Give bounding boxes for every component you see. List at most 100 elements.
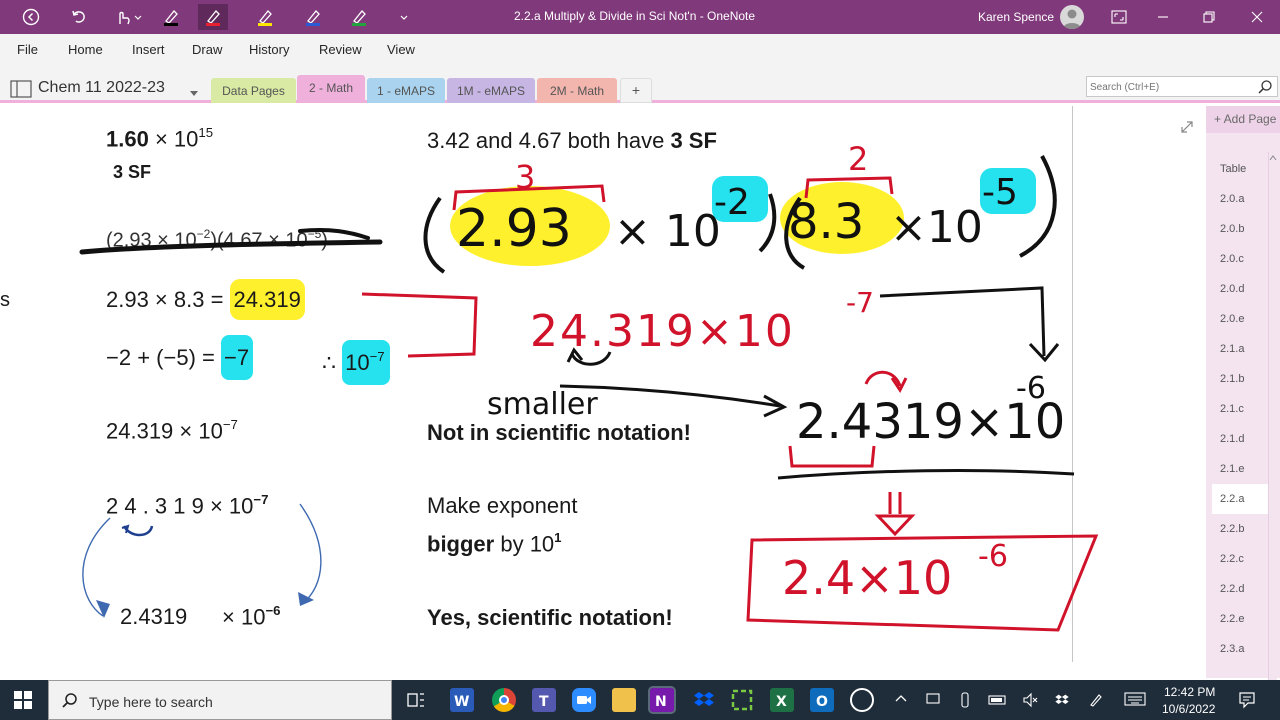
battery-icon[interactable] xyxy=(988,693,1008,711)
pen-red-icon[interactable] xyxy=(198,4,228,30)
search-input[interactable] xyxy=(1087,78,1247,97)
excel-icon[interactable]: X xyxy=(770,688,794,712)
task-view-icon[interactable] xyxy=(404,688,428,712)
menu-bar: File Home Insert Draw History Review Vie… xyxy=(0,34,1280,66)
keyboard-icon[interactable] xyxy=(1124,692,1146,711)
tab-2m-math[interactable]: 2M - Math xyxy=(537,78,617,103)
page-item-2-0-b[interactable]: 2.0.b xyxy=(1212,214,1276,244)
tab-data-pages[interactable]: Data Pages xyxy=(211,78,296,103)
pen-black-icon[interactable] xyxy=(156,4,186,30)
obs-icon[interactable] xyxy=(850,688,874,712)
menu-draw[interactable]: Draw xyxy=(192,42,222,57)
double-arrow xyxy=(888,492,902,514)
search-box[interactable] xyxy=(1086,76,1278,97)
page-item-2-3-a[interactable]: 2.3.a xyxy=(1212,634,1276,664)
menu-file[interactable]: File xyxy=(17,42,38,57)
page-item-2-0-c[interactable]: 2.0.c xyxy=(1212,244,1276,274)
pen-green-icon[interactable] xyxy=(344,4,374,30)
notebook-icon[interactable] xyxy=(10,80,32,103)
hw-smaller: smaller xyxy=(487,387,598,422)
page-item-2-2-a[interactable]: 2.2.a xyxy=(1212,484,1276,514)
hw-24319: 24.319×10 xyxy=(530,306,795,357)
chevron-up-icon[interactable] xyxy=(894,692,908,711)
pen-blue-icon[interactable] xyxy=(298,4,328,30)
customize-toolbar-icon[interactable] xyxy=(392,4,416,30)
page-item-2-0-a[interactable]: 2.0.a xyxy=(1212,184,1276,214)
page-item-2-2-d[interactable]: 2.2.d xyxy=(1212,574,1276,604)
tab-1m-emaps[interactable]: 1M - eMAPS xyxy=(447,78,535,103)
chevron-down-icon[interactable] xyxy=(189,85,199,103)
clock-date[interactable]: 10/6/2022 xyxy=(1162,702,1215,716)
tab-2-math[interactable]: 2 - Math xyxy=(297,75,365,103)
strike-line xyxy=(79,239,383,255)
title-bar: 2.2.a Multiply & Divide in Sci Not'n - O… xyxy=(0,0,1280,34)
hw-83: 8.3 xyxy=(788,194,864,250)
restore-icon[interactable] xyxy=(1186,0,1232,34)
red-connector xyxy=(361,292,478,358)
search-icon[interactable] xyxy=(1257,79,1273,100)
hw-neg5: -5 xyxy=(982,172,1018,213)
pen-ink-icon[interactable] xyxy=(1088,692,1104,713)
strike-line-2 xyxy=(298,227,370,240)
zoom-icon[interactable] xyxy=(572,688,596,712)
add-page-button[interactable]: + Add Page xyxy=(1206,106,1280,133)
hw-293: 2.93 xyxy=(456,199,572,259)
svg-text:W: W xyxy=(454,694,469,710)
notebook-name[interactable]: Chem 11 2022-23 xyxy=(38,79,165,97)
scroll-up-icon[interactable] xyxy=(1269,154,1277,162)
back-icon[interactable] xyxy=(16,4,46,30)
outlook-icon[interactable]: O xyxy=(810,688,834,712)
down-arrow xyxy=(879,286,1046,357)
page-item-2-2-b[interactable]: 2.2.b xyxy=(1212,514,1276,544)
page-item-2-1-d[interactable]: 2.1.d xyxy=(1212,424,1276,454)
menu-insert[interactable]: Insert xyxy=(132,42,165,57)
close-icon[interactable] xyxy=(1234,0,1280,34)
camtasia-icon[interactable] xyxy=(730,688,754,712)
menu-history[interactable]: History xyxy=(249,42,289,57)
menu-view[interactable]: View xyxy=(387,42,415,57)
touch-select-icon[interactable] xyxy=(110,4,146,30)
undo-icon[interactable] xyxy=(64,4,94,30)
underline xyxy=(777,469,1075,480)
add-section-button[interactable]: + xyxy=(620,78,652,103)
minimize-icon[interactable] xyxy=(1140,0,1186,34)
word-icon[interactable]: W xyxy=(450,688,474,712)
taskbar-search-box[interactable]: Type here to search xyxy=(48,680,392,720)
page-item-2-0-e[interactable]: 2.0.e xyxy=(1212,304,1276,334)
page-item-2-2-e[interactable]: 2.2.e xyxy=(1212,604,1276,634)
volume-muted-icon[interactable] xyxy=(1022,692,1038,713)
hw-answer: 2.4×10 xyxy=(782,551,952,605)
page-item-2-2-c[interactable]: 2.2.c xyxy=(1212,544,1276,574)
menu-home[interactable]: Home xyxy=(68,42,103,57)
svg-text:×10: ×10 xyxy=(890,202,983,253)
avatar[interactable] xyxy=(1060,5,1084,29)
pages-scrollbar[interactable] xyxy=(1268,152,1277,682)
page-canvas[interactable]: 1.60 × 1015 3 SF (2.93 × 10−2)(4.67 × 10… xyxy=(0,106,1206,678)
page-item-2-1-a[interactable]: 2.1.a xyxy=(1212,334,1276,364)
pen-menu-icon[interactable] xyxy=(958,692,972,713)
network-icon[interactable] xyxy=(926,692,942,711)
tab-1-emaps[interactable]: 1 - eMAPS xyxy=(367,78,445,103)
dropbox-icon[interactable] xyxy=(692,688,716,712)
clock-time[interactable]: 12:42 PM xyxy=(1164,685,1215,699)
page-item-2-1-b[interactable]: 2.1.b xyxy=(1212,364,1276,394)
menu-review[interactable]: Review xyxy=(319,42,362,57)
highlighter-yellow-icon[interactable] xyxy=(250,4,280,30)
page-item-table[interactable]: Table xyxy=(1212,154,1276,184)
chrome-icon[interactable] xyxy=(492,688,516,712)
hw-answer-exp: -6 xyxy=(978,539,1008,574)
user-name[interactable]: Karen Spence xyxy=(978,10,1054,24)
windows-start-icon[interactable] xyxy=(14,691,32,714)
teams-icon[interactable]: T xyxy=(532,688,556,712)
file-explorer-icon[interactable] xyxy=(612,688,636,712)
page-item-2-0-d[interactable]: 2.0.d xyxy=(1212,274,1276,304)
svg-text:X: X xyxy=(776,694,787,710)
page-item-2-1-c[interactable]: 2.1.c xyxy=(1212,394,1276,424)
hw-neg6: -6 xyxy=(1016,371,1046,406)
dropbox-tray-icon[interactable] xyxy=(1054,692,1070,713)
svg-text:T: T xyxy=(539,694,549,710)
notifications-icon[interactable] xyxy=(1238,691,1256,714)
onenote-icon[interactable]: N xyxy=(648,686,676,714)
page-item-2-1-e[interactable]: 2.1.e xyxy=(1212,454,1276,484)
full-screen-icon[interactable] xyxy=(1096,0,1142,34)
